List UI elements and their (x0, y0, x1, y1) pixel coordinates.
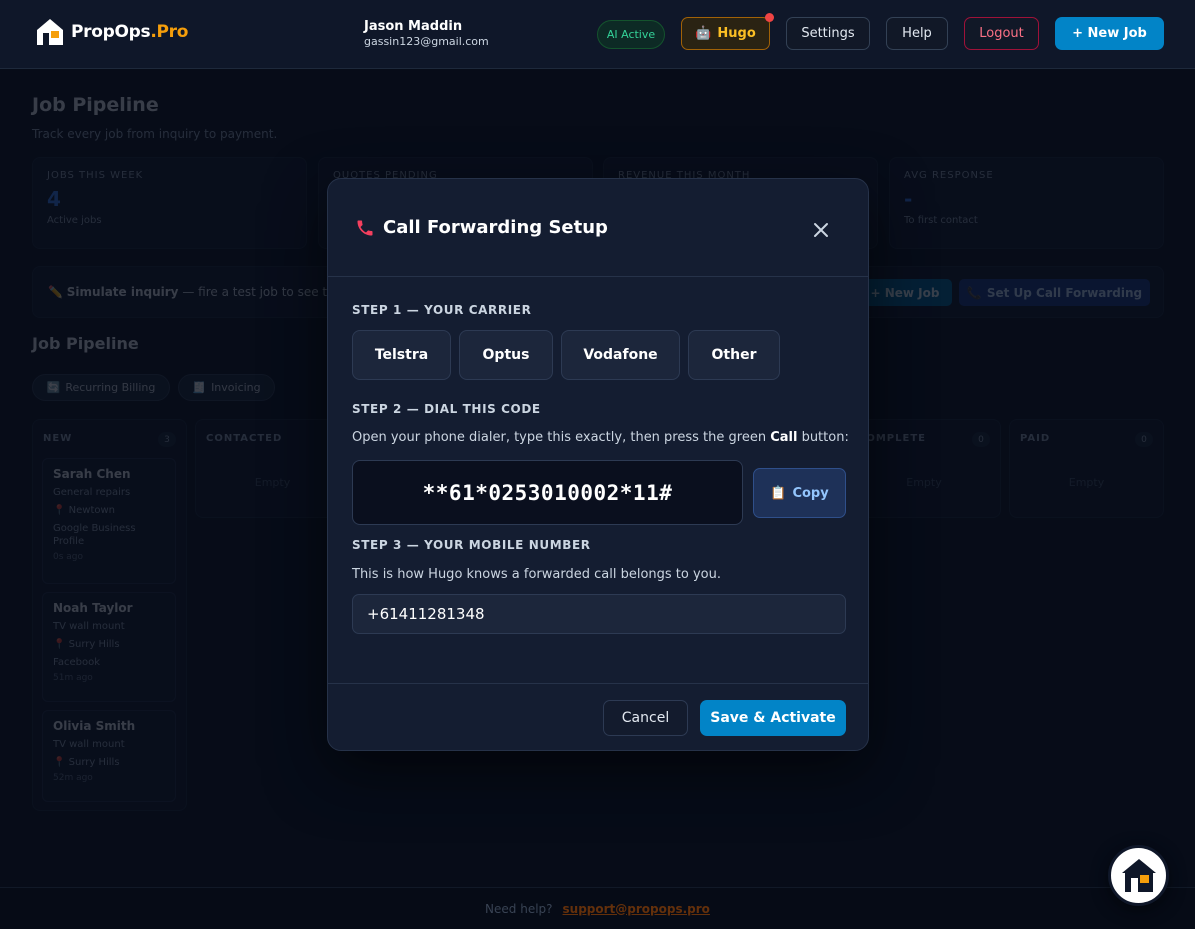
dial-code-display: **61*0253010002*11# (352, 460, 743, 525)
carrier-vodafone-button[interactable]: Vodafone (561, 330, 680, 380)
call-forwarding-modal: Call Forwarding Setup STEP 1 — YOUR CARR… (327, 178, 869, 751)
carrier-optus-button[interactable]: Optus (459, 330, 553, 380)
mobile-number-input[interactable] (352, 594, 846, 634)
new-job-button[interactable]: + New Job (1055, 17, 1164, 50)
copy-code-button[interactable]: 📋 Copy (753, 468, 846, 518)
modal-footer: Cancel Save & Activate (328, 683, 868, 752)
hugo-button[interactable]: 🤖 Hugo (681, 13, 774, 50)
close-icon[interactable] (810, 219, 832, 241)
phone-icon (357, 220, 373, 235)
step1-label: STEP 1 — YOUR CARRIER (352, 303, 532, 317)
carrier-other-button[interactable]: Other (688, 330, 780, 380)
user-name: Jason Maddin (364, 19, 463, 34)
brand-name: PropOps.Pro (71, 22, 189, 42)
logout-button[interactable]: Logout (964, 17, 1039, 50)
carrier-telstra-button[interactable]: Telstra (352, 330, 451, 380)
help-button[interactable]: Help (886, 17, 948, 50)
step2-label: STEP 2 — DIAL THIS CODE (352, 402, 541, 416)
settings-button[interactable]: Settings (786, 17, 870, 50)
step2-description: Open your phone dialer, type this exactl… (352, 430, 849, 445)
user-info: Jason Maddin gassin123@gmail.com (364, 19, 489, 48)
top-header: PropOps.Pro Jason Maddin gassin123@gmail… (0, 0, 1195, 69)
clipboard-icon: 📋 (770, 485, 787, 501)
hugo-chat-launcher[interactable] (1108, 845, 1169, 906)
ai-status-badge: AI Active (597, 20, 665, 49)
brand-logo[interactable]: PropOps.Pro (35, 17, 188, 47)
user-email: gassin123@gmail.com (364, 35, 489, 48)
cancel-button[interactable]: Cancel (603, 700, 688, 736)
house-logo-icon (37, 19, 63, 45)
hugo-button-label: Hugo (717, 26, 756, 41)
step3-description: This is how Hugo knows a forwarded call … (352, 567, 721, 582)
notification-dot (765, 13, 774, 22)
house-logo-icon (1121, 858, 1156, 892)
step3-label: STEP 3 — YOUR MOBILE NUMBER (352, 538, 591, 552)
robot-icon: 🤖 (695, 26, 712, 41)
modal-header: Call Forwarding Setup (328, 179, 868, 277)
modal-title: Call Forwarding Setup (355, 217, 608, 238)
save-activate-button[interactable]: Save & Activate (700, 700, 846, 736)
